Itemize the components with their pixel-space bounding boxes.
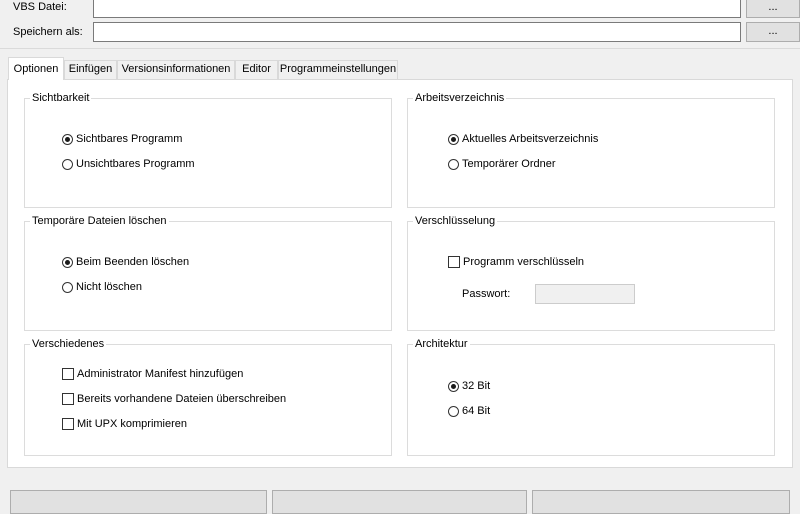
checkbox-unchecked-icon[interactable] [62, 393, 74, 405]
misc-group-title: Verschiedenes [30, 337, 107, 351]
save-as-input[interactable] [93, 22, 741, 42]
visibility-group-title: Sichtbarkeit [30, 91, 92, 105]
tab-editor[interactable]: Editor [235, 60, 278, 79]
checkbox-unchecked-icon[interactable] [62, 418, 74, 430]
vbs-file-input[interactable] [93, 0, 741, 18]
arch-64bit-radio[interactable]: 64 Bit [448, 403, 490, 419]
delete-on-exit-label: Beim Beenden löschen [76, 256, 190, 268]
bottom-button-center[interactable] [272, 490, 527, 514]
password-label: Passwort: [462, 288, 511, 300]
radio-selected-icon[interactable] [62, 256, 73, 268]
current-workdir-label: Aktuelles Arbeitsverzeichnis [462, 133, 599, 145]
tempfiles-group: Temporäre Dateien löschen Beim Beenden l… [24, 214, 392, 331]
checkbox-unchecked-icon[interactable] [448, 256, 460, 268]
radio-unselected-icon[interactable] [448, 158, 459, 170]
misc-group: Verschiedenes Administrator Manifest hin… [24, 337, 392, 456]
invisible-program-radio[interactable]: Unsichtbares Programm [62, 156, 195, 172]
overwrite-files-checkbox[interactable]: Bereits vorhandene Dateien überschreiben [62, 391, 286, 407]
tab-versionsinformationen[interactable]: Versionsinformationen [117, 60, 235, 79]
radio-unselected-icon[interactable] [62, 158, 73, 170]
bottom-button-left[interactable] [10, 490, 267, 514]
visible-program-radio[interactable]: Sichtbares Programm [62, 131, 182, 147]
save-as-browse-button[interactable]: ... [746, 22, 800, 42]
overwrite-files-label: Bereits vorhandene Dateien überschreiben [77, 393, 287, 405]
file-selection-panel: VBS Datei: ... Speichern als: ... [0, 0, 800, 48]
password-input[interactable] [535, 284, 635, 304]
bottom-button-right[interactable] [532, 490, 790, 514]
options-tab-page: Sichtbarkeit Sichtbares Programm Unsicht… [7, 79, 793, 468]
workdir-group-title: Arbeitsverzeichnis [413, 91, 507, 105]
arch-64bit-label: 64 Bit [462, 405, 491, 417]
do-not-delete-radio[interactable]: Nicht löschen [62, 279, 142, 295]
encrypt-program-checkbox[interactable]: Programm verschlüsseln [448, 254, 584, 270]
tab-optionen[interactable]: Optionen [8, 57, 64, 80]
vbs-browse-button[interactable]: ... [746, 0, 800, 18]
checkbox-unchecked-icon[interactable] [62, 368, 74, 380]
arch-32bit-label: 32 Bit [462, 380, 491, 392]
radio-selected-icon[interactable] [448, 133, 459, 145]
workdir-group: Arbeitsverzeichnis Aktuelles Arbeitsverz… [407, 91, 775, 208]
tab-einfuegen[interactable]: Einfügen [64, 60, 117, 79]
radio-unselected-icon[interactable] [448, 405, 459, 417]
tempfiles-group-title: Temporäre Dateien löschen [30, 214, 169, 228]
arch-group: Architektur 32 Bit 64 Bit [407, 337, 775, 456]
temp-folder-radio[interactable]: Temporärer Ordner [448, 156, 556, 172]
admin-manifest-checkbox[interactable]: Administrator Manifest hinzufügen [62, 366, 243, 382]
tab-programmeinstellungen[interactable]: Programmeinstellungen [278, 60, 398, 79]
encrypt-program-label: Programm verschlüsseln [463, 256, 585, 268]
temp-folder-label: Temporärer Ordner [462, 158, 556, 170]
invisible-program-label: Unsichtbares Programm [76, 158, 195, 170]
arch-group-title: Architektur [413, 337, 470, 351]
top-separator [0, 48, 800, 49]
upx-compress-label: Mit UPX komprimieren [77, 418, 188, 430]
do-not-delete-label: Nicht löschen [76, 281, 143, 293]
radio-selected-icon[interactable] [448, 380, 459, 392]
admin-manifest-label: Administrator Manifest hinzufügen [77, 368, 244, 380]
encryption-group-title: Verschlüsselung [413, 214, 498, 228]
arch-32bit-radio[interactable]: 32 Bit [448, 378, 490, 394]
radio-selected-icon[interactable] [62, 133, 73, 145]
save-as-label: Speichern als: [13, 26, 83, 38]
visibility-group: Sichtbarkeit Sichtbares Programm Unsicht… [24, 91, 392, 208]
delete-on-exit-radio[interactable]: Beim Beenden löschen [62, 254, 189, 270]
current-workdir-radio[interactable]: Aktuelles Arbeitsverzeichnis [448, 131, 598, 147]
visible-program-label: Sichtbares Programm [76, 133, 183, 145]
upx-compress-checkbox[interactable]: Mit UPX komprimieren [62, 416, 187, 432]
radio-unselected-icon[interactable] [62, 281, 73, 293]
encryption-group: Verschlüsselung Programm verschlüsseln P… [407, 214, 775, 331]
vbs-file-label: VBS Datei: [13, 1, 67, 13]
